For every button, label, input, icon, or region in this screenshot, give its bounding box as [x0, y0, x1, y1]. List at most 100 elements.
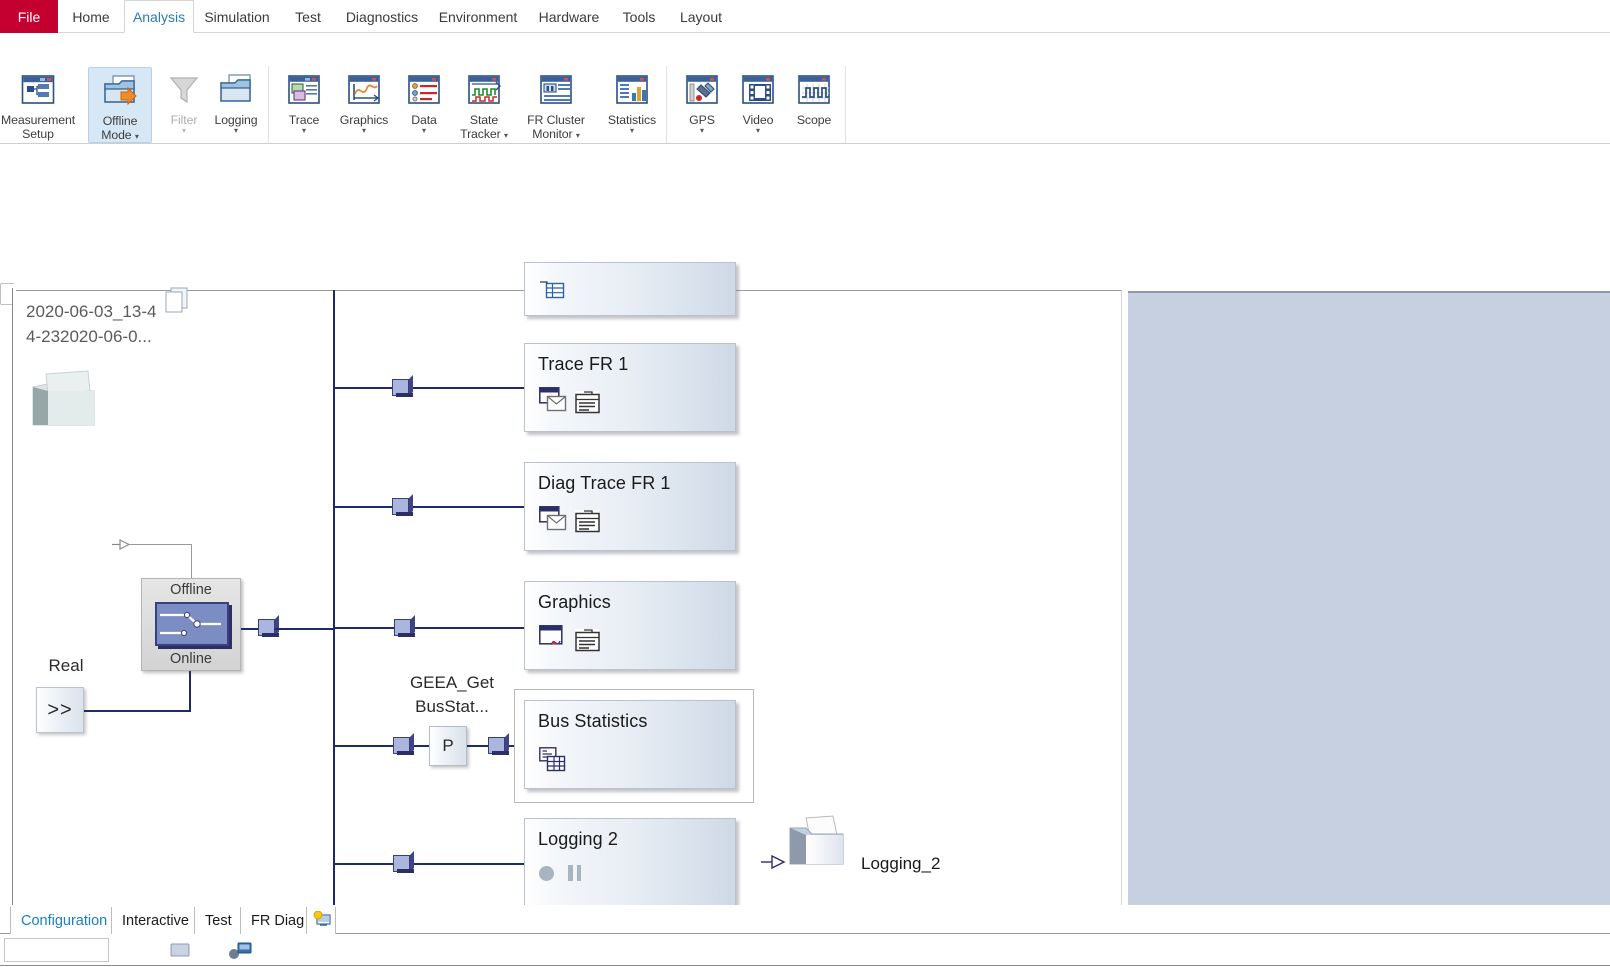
configuration-canvas[interactable]: 2020-06-03_13-44-232020-06-0... Offline	[0, 144, 1610, 967]
wire-bus-to-filter	[335, 745, 431, 747]
folder-icon[interactable]	[786, 814, 852, 872]
mail-window-icon	[539, 506, 567, 531]
bottom-tab-fr-diag[interactable]: FR Diag	[240, 907, 316, 934]
status-cell-1	[4, 938, 109, 962]
tab-diagnostics[interactable]: Diagnostics	[336, 0, 428, 33]
bottom-tab-configuration[interactable]: Configuration	[10, 907, 119, 934]
status-bar	[0, 935, 1610, 966]
filter-block-p[interactable]: P	[429, 726, 467, 766]
connector-diag-trace-fr-1[interactable]	[392, 498, 413, 516]
ribbon-button-logging[interactable]: Logging ▾	[204, 67, 268, 135]
wire-to-logging-2	[335, 863, 525, 865]
chevron-down-icon[interactable]: ▾	[630, 127, 634, 135]
filter-icon	[165, 71, 203, 109]
state-tracker-icon	[465, 71, 503, 109]
connector-graphics[interactable]	[394, 619, 415, 637]
table-icon	[539, 281, 565, 305]
ribbon-button-statistics[interactable]: Statistics ▾	[600, 67, 664, 135]
tab-layout[interactable]: Layout	[668, 0, 734, 33]
chevron-down-icon[interactable]: ▾	[756, 127, 760, 135]
ribbon-button-label: FR Cluster Monitor ▾	[527, 113, 585, 141]
ribbon-button-label: State Tracker ▾	[460, 113, 508, 141]
node-title: Logging 2	[538, 829, 618, 849]
statistics-icon	[613, 71, 651, 109]
bottom-tab-bar: Configuration Interactive Test FR Diag	[0, 905, 1610, 967]
document-stack-icon	[165, 287, 188, 313]
tab-hardware[interactable]: Hardware	[528, 0, 610, 33]
status-cell-3	[190, 938, 252, 962]
ribbon-button-label: Offline Mode ▾	[101, 114, 139, 142]
ribbon-button-label: GPS	[689, 113, 715, 127]
connector-logging-2[interactable]	[393, 855, 414, 873]
node-trace-fr-1[interactable]: Trace FR 1	[524, 343, 736, 432]
chevron-down-icon[interactable]: ▾	[234, 127, 238, 135]
offline-online-mode-switch[interactable]: Offline Online	[141, 578, 241, 671]
tab-environment[interactable]: Environment	[428, 0, 528, 33]
switch-label-offline: Offline	[170, 582, 212, 598]
ribbon-button-state-tracker[interactable]: State Tracker ▾	[452, 67, 516, 141]
ribbon-body: Measurement Setup Offline Mode ▾ Filter ▾	[0, 33, 1610, 173]
bottom-tab-interactive[interactable]: Interactive	[111, 907, 200, 934]
tab-simulation[interactable]: Simulation	[194, 0, 280, 33]
network-icon	[229, 942, 252, 959]
wire-switch-down	[189, 671, 191, 712]
bottom-tab-add[interactable]	[306, 907, 336, 934]
connector-trace-fr-1[interactable]	[392, 379, 413, 397]
node-graphics[interactable]: Graphics	[524, 581, 736, 670]
bottom-tab-test[interactable]: Test	[194, 907, 243, 934]
ribbon-button-fr-cluster-monitor[interactable]: FR Cluster Monitor ▾	[524, 67, 588, 141]
node-title: Diag Trace FR 1	[538, 473, 671, 493]
pause-icon	[568, 865, 581, 881]
ribbon-button-data[interactable]: Data ▾	[392, 67, 456, 135]
ribbon-button-video[interactable]: Video ▾	[726, 67, 790, 135]
chevron-down-icon[interactable]: ▾	[182, 127, 186, 135]
trace-icon	[285, 71, 323, 109]
tab-analysis[interactable]: Analysis	[124, 0, 194, 33]
record-icon	[539, 865, 554, 881]
chevron-down-icon[interactable]: ▾	[700, 127, 704, 135]
real-bus-button[interactable]: >>	[36, 687, 84, 733]
list-icon	[575, 391, 600, 414]
source-folder-icon[interactable]	[28, 369, 106, 431]
ribbon-button-scope[interactable]: Scope	[782, 67, 846, 127]
ribbon-button-measurement-setup[interactable]: Measurement Setup	[1, 67, 75, 141]
chevron-down-icon[interactable]: ▾	[302, 127, 306, 135]
tab-test[interactable]: Test	[280, 0, 336, 33]
chevron-down-icon[interactable]: ▾	[422, 127, 426, 135]
ribbon-button-label: Graphics	[339, 113, 389, 127]
ribbon-button-trace[interactable]: Trace ▾	[272, 67, 336, 135]
chevron-down-icon[interactable]: ▾	[362, 127, 366, 135]
filter-label: GEEA_Get BusStat...	[409, 673, 495, 716]
ribbon-button-label: Measurement Setup	[0, 113, 76, 141]
right-side-panel[interactable]	[1128, 291, 1610, 967]
list-icon	[575, 510, 600, 533]
ribbon-button-graphics[interactable]: Graphics ▾	[332, 67, 396, 135]
source-connector-elbow	[191, 544, 192, 579]
ribbon-button-label: Statistics	[607, 113, 657, 127]
status-cell-2	[122, 938, 190, 962]
connector-bus-statistics[interactable]	[488, 737, 509, 755]
desktop-star-icon	[313, 910, 331, 931]
arrow-head-icon	[112, 539, 131, 550]
list-icon	[575, 629, 600, 652]
tab-home[interactable]: Home	[58, 0, 124, 33]
node-partial-top[interactable]	[524, 262, 736, 316]
connector-filter-in[interactable]	[393, 737, 414, 755]
video-icon	[739, 71, 777, 109]
tab-file[interactable]: File	[0, 0, 58, 33]
node-title: Bus Statistics	[538, 711, 648, 731]
switch-graphic-icon	[155, 602, 229, 646]
real-label: Real	[48, 656, 84, 675]
node-diag-trace-fr-1[interactable]: Diag Trace FR 1	[524, 462, 736, 551]
node-bus-statistics[interactable]: Bus Statistics	[524, 700, 736, 789]
logging-icon	[217, 71, 255, 109]
bus-connector-main[interactable]	[258, 619, 279, 637]
ribbon-button-offline-mode[interactable]: Offline Mode ▾	[88, 67, 152, 143]
graph-window-icon	[539, 625, 565, 649]
tab-tools[interactable]: Tools	[610, 0, 668, 33]
ribbon-button-gps[interactable]: GPS ▾	[670, 67, 734, 135]
ribbon-button-label: Trace	[288, 113, 320, 127]
ribbon-button-label: Video	[742, 113, 774, 127]
ribbon-button-label: Filter	[170, 113, 198, 127]
node-logging-2[interactable]: Logging 2	[524, 818, 736, 907]
